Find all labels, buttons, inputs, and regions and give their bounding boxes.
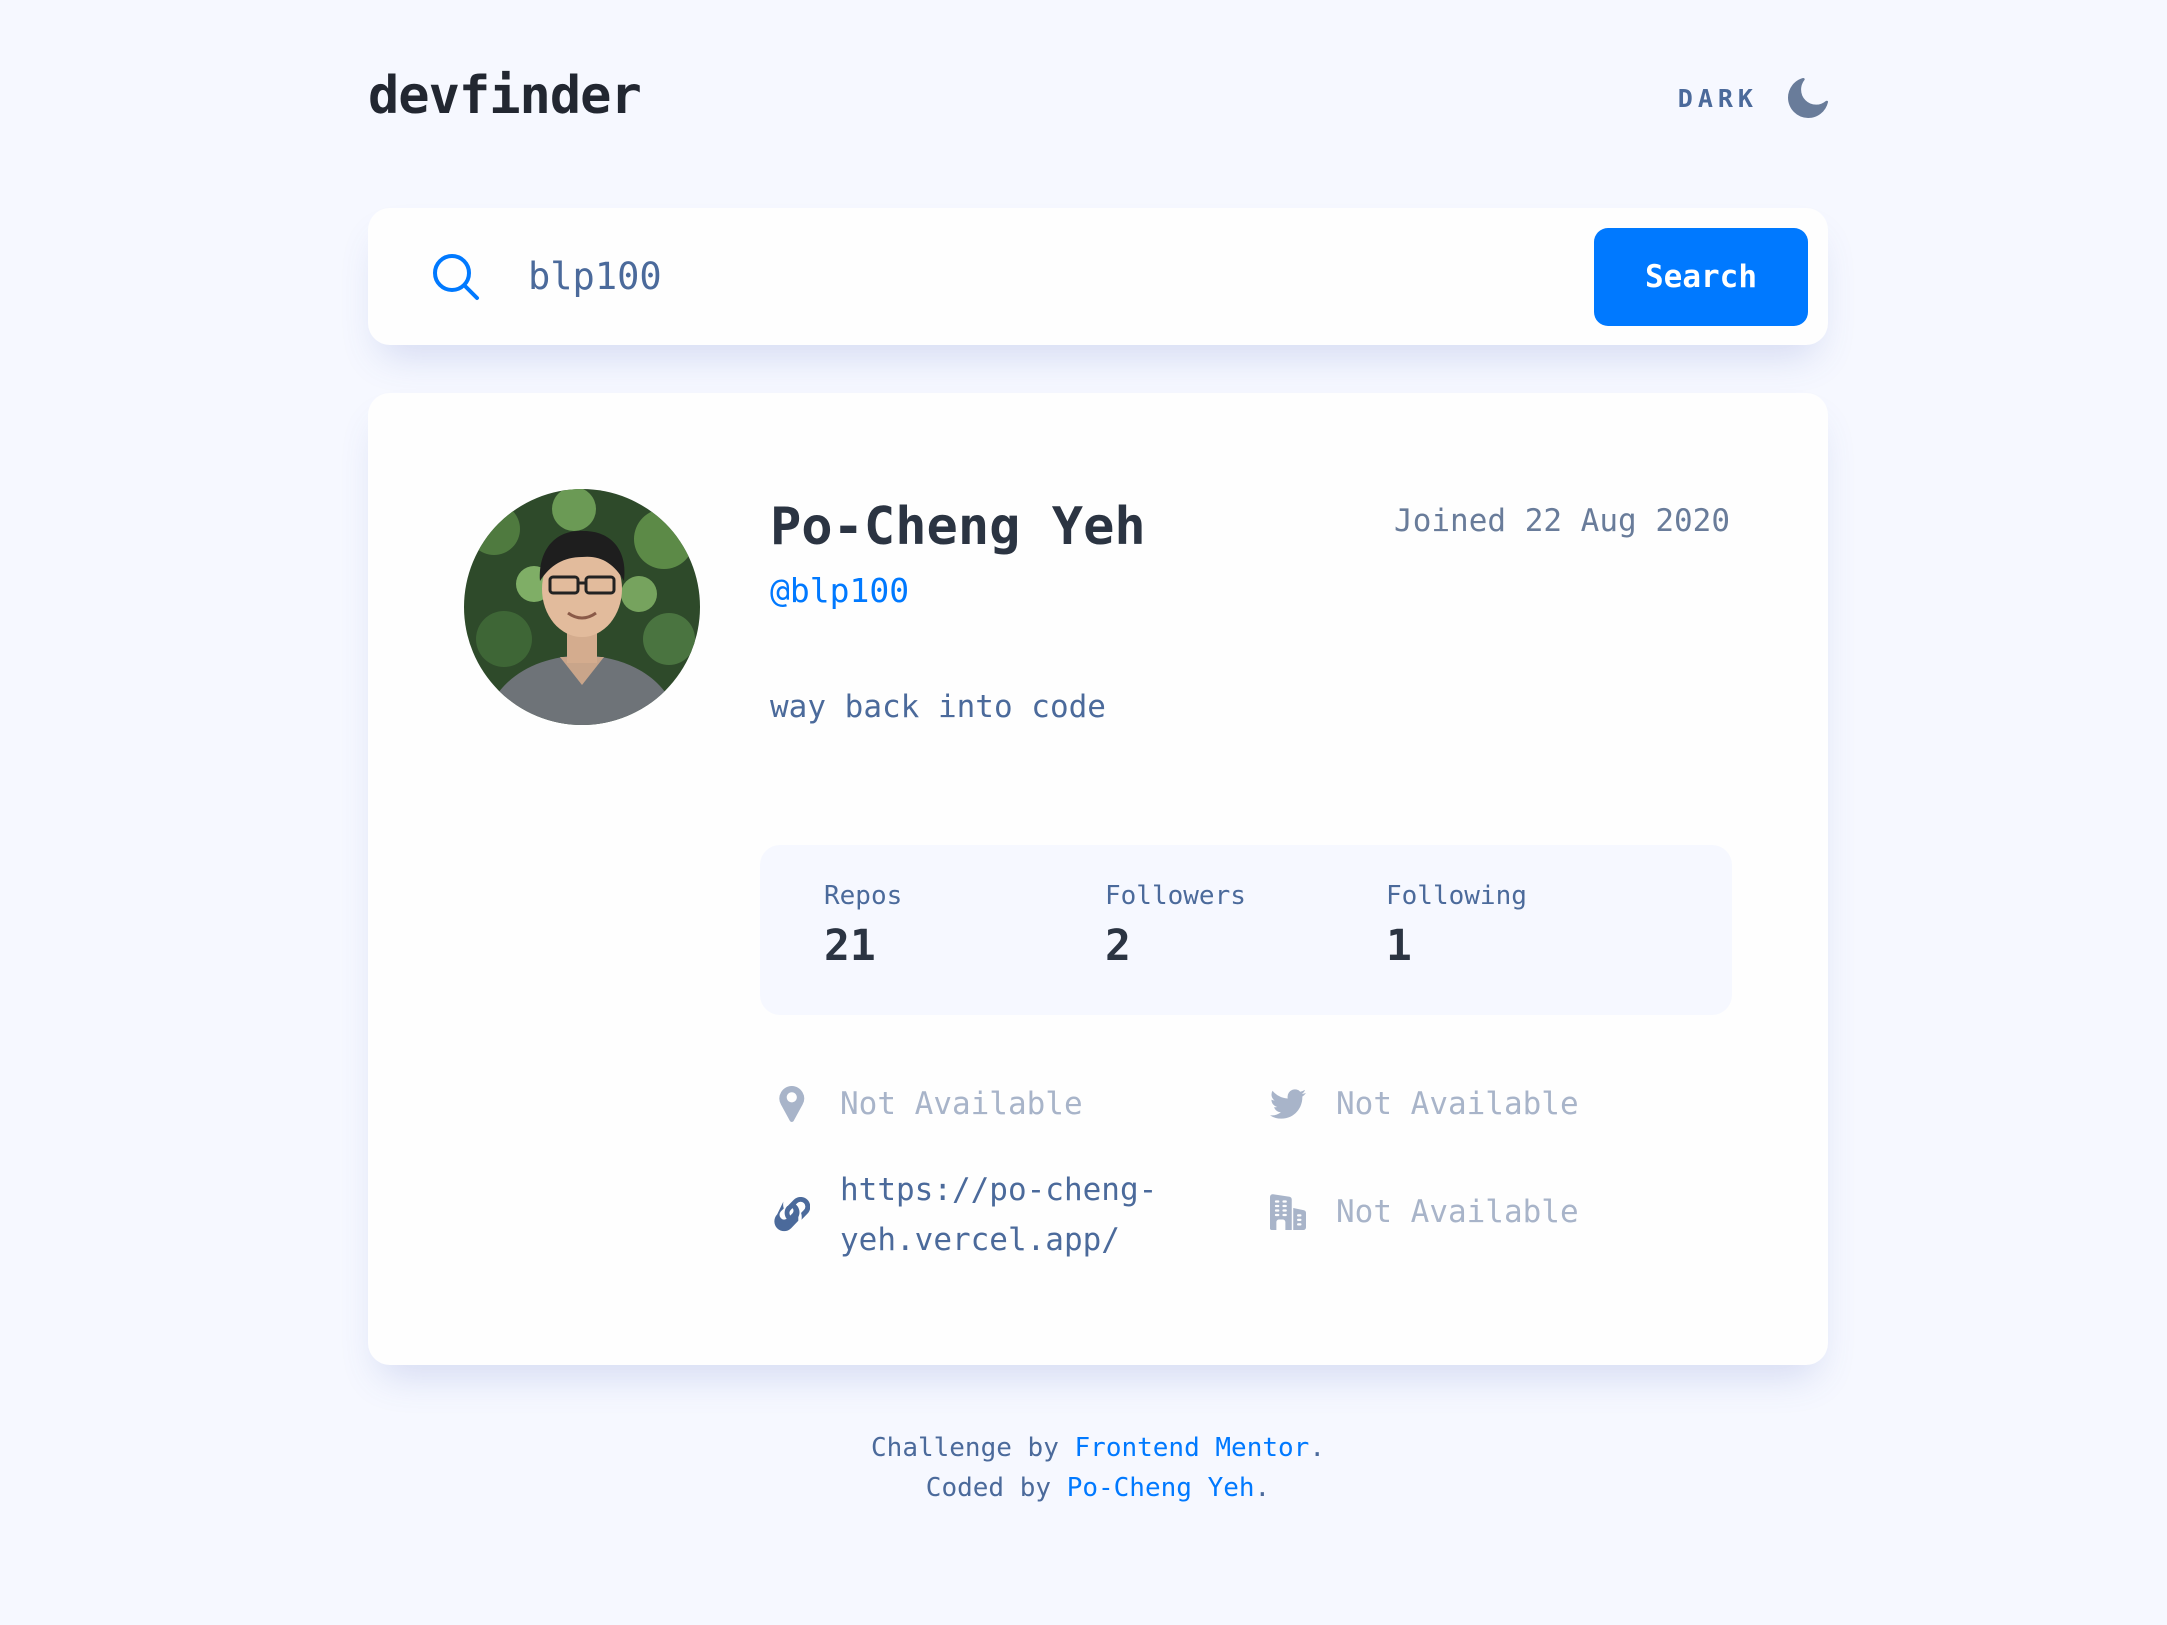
- stat-followers-value: 2: [1105, 921, 1131, 971]
- frontend-mentor-link[interactable]: Frontend Mentor: [1075, 1433, 1310, 1463]
- search-bar: Search: [368, 208, 1828, 345]
- footer-line-challenge: Challenge by Frontend Mentor.: [368, 1428, 1828, 1468]
- footer-coded-suffix: .: [1254, 1473, 1271, 1503]
- location-text: Not Available: [840, 1086, 1083, 1122]
- company-building-icon: [1270, 1194, 1306, 1230]
- app-logo: devfinder: [368, 66, 642, 126]
- moon-icon: [1788, 78, 1828, 118]
- search-button[interactable]: Search: [1594, 228, 1808, 326]
- website-item: https://po-cheng-yeh.vercel.app/: [774, 1165, 1170, 1265]
- profile-bio: way back into code: [770, 689, 1106, 725]
- footer-challenge-prefix: Challenge by: [871, 1433, 1075, 1463]
- stat-repos-value: 21: [824, 921, 876, 971]
- footer: Challenge by Frontend Mentor. Coded by P…: [368, 1428, 1828, 1508]
- page: devfinder DARK Search: [368, 0, 1828, 1625]
- theme-toggle[interactable]: DARK: [1678, 70, 1828, 126]
- company-text: Not Available: [1336, 1194, 1579, 1230]
- stat-following: Following 1: [1386, 881, 1527, 971]
- stat-repos-label: Repos: [824, 881, 903, 911]
- footer-challenge-suffix: .: [1309, 1433, 1325, 1463]
- avatar: [464, 489, 700, 725]
- stat-following-label: Following: [1386, 881, 1527, 911]
- app-header: devfinder DARK: [368, 60, 1828, 140]
- profile-handle-link[interactable]: @blp100: [770, 571, 909, 610]
- stat-repos: Repos 21: [824, 881, 902, 971]
- location-item: Not Available: [774, 1079, 1083, 1129]
- company-item: Not Available: [1270, 1187, 1579, 1237]
- footer-line-coded-by: Coded by Po-Cheng Yeh.: [368, 1468, 1828, 1508]
- website-link[interactable]: https://po-cheng-yeh.vercel.app/: [840, 1165, 1170, 1265]
- search-icon: [433, 254, 479, 300]
- footer-coded-prefix: Coded by: [925, 1473, 1067, 1503]
- stats-panel: Repos 21 Followers 2 Following 1: [760, 845, 1732, 1015]
- search-input[interactable]: [528, 238, 1328, 314]
- author-link[interactable]: Po-Cheng Yeh: [1067, 1473, 1255, 1503]
- profile-name: Po-Cheng Yeh: [770, 497, 1146, 557]
- stat-followers: Followers 2: [1105, 881, 1246, 971]
- link-icon: [774, 1197, 810, 1232]
- twitter-item: Not Available: [1270, 1079, 1579, 1129]
- avatar-image: [464, 489, 700, 725]
- profile-card: Po-Cheng Yeh Joined 22 Aug 2020 @blp100 …: [368, 393, 1828, 1365]
- theme-toggle-label: DARK: [1677, 83, 1758, 113]
- location-pin-icon: [779, 1086, 805, 1122]
- twitter-text: Not Available: [1336, 1086, 1579, 1122]
- stat-followers-label: Followers: [1105, 881, 1246, 911]
- stat-following-value: 1: [1386, 921, 1412, 971]
- twitter-icon: [1270, 1089, 1306, 1119]
- joined-date: Joined 22 Aug 2020: [1394, 503, 1730, 539]
